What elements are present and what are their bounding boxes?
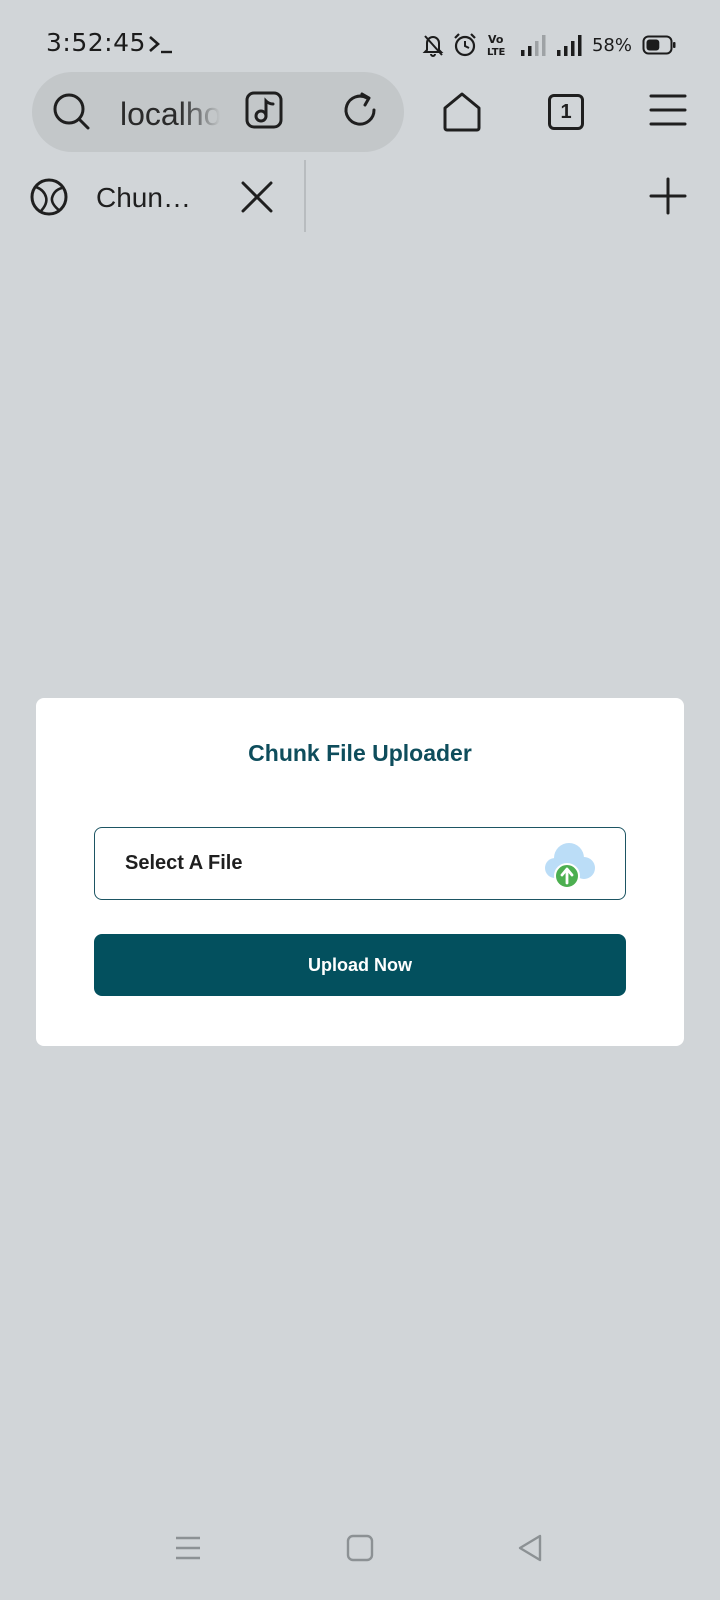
search-icon[interactable] — [52, 92, 92, 132]
tab-divider — [304, 160, 306, 232]
svg-text:LTE: LTE — [487, 47, 506, 58]
home-icon[interactable] — [440, 90, 484, 134]
file-select-label: Select A File — [125, 852, 243, 874]
music-note-icon[interactable] — [244, 90, 288, 134]
menu-icon[interactable] — [648, 90, 692, 134]
recent-apps-icon[interactable] — [172, 1532, 204, 1564]
close-icon[interactable] — [238, 178, 276, 216]
status-time: 3:52:45 — [46, 28, 146, 57]
bell-off-icon — [422, 35, 444, 57]
svg-text:Vo: Vo — [488, 33, 504, 46]
signal-icon — [520, 35, 546, 56]
terminal-icon — [149, 36, 172, 54]
home-nav-icon[interactable] — [344, 1532, 376, 1564]
globe-icon — [30, 178, 68, 216]
battery-icon — [642, 35, 676, 55]
alarm-icon — [454, 33, 476, 57]
battery-percent: 58% — [591, 34, 632, 56]
plus-icon[interactable] — [648, 176, 688, 216]
back-icon[interactable] — [514, 1532, 546, 1564]
file-select-input[interactable]: Select A File — [94, 827, 626, 900]
signal-icon — [556, 35, 582, 56]
system-nav-bar — [0, 1510, 720, 1600]
reload-icon[interactable] — [340, 90, 384, 134]
url-text[interactable]: localhost — [120, 92, 220, 136]
tab-switcher-button[interactable]: 1 — [548, 94, 584, 130]
status-icons: Vo LTE 58% — [422, 30, 676, 60]
page-title: Chunk File Uploader — [248, 740, 472, 766]
upload-now-button[interactable]: Upload Now — [94, 934, 626, 996]
cloud-upload-icon[interactable] — [541, 838, 597, 890]
uploader-card: Chunk File Uploader Select A File Upload… — [36, 698, 684, 1046]
volte-icon: Vo LTE — [487, 33, 506, 58]
tab-title[interactable]: Chunk... — [96, 180, 196, 216]
